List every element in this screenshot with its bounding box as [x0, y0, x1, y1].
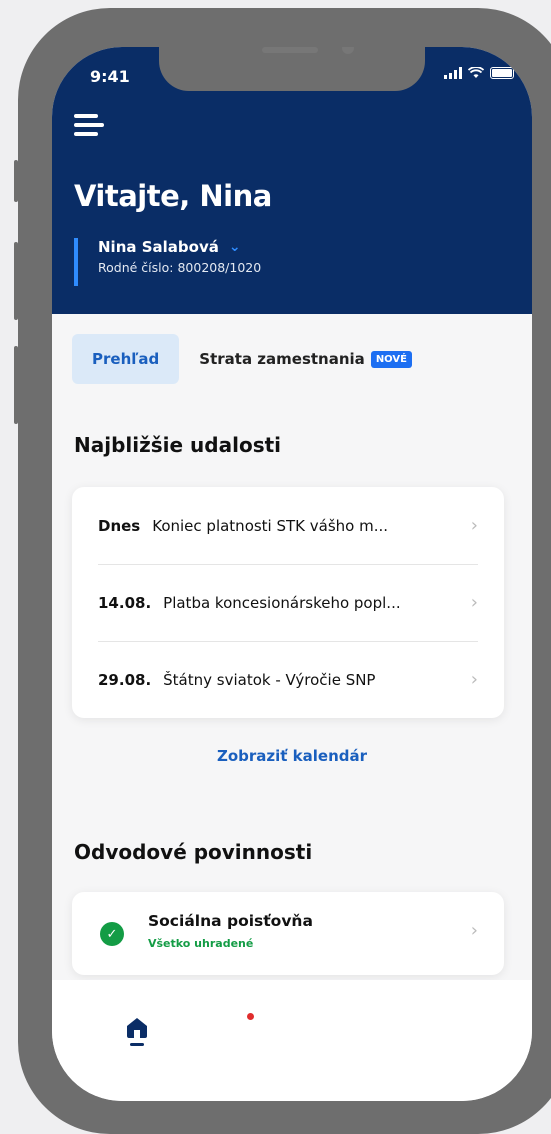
events-title: Najbližšie udalosti [74, 433, 282, 457]
screen: 9:41 Vitajte, Nina Nina Salabová ⌄ Rodné… [52, 47, 532, 1101]
battery-icon [490, 67, 514, 79]
event-row[interactable]: Dnes Koniec platnosti STK vášho m... › [72, 487, 504, 564]
duty-card[interactable]: ✓ Sociálna poisťovňa Všetko uhradené › [72, 892, 504, 975]
header: 9:41 Vitajte, Nina Nina Salabová ⌄ Rodné… [52, 47, 532, 314]
home-icon[interactable] [124, 1016, 150, 1048]
status-time: 9:41 [90, 67, 130, 86]
check-icon: ✓ [100, 922, 124, 946]
new-badge: NOVÉ [370, 350, 412, 368]
tab-job-loss-label: Strata zamestnania [199, 350, 365, 368]
speaker [262, 47, 318, 53]
camera [342, 47, 354, 54]
status-icons [444, 67, 514, 79]
event-text: Platba koncesionárskeho popl... [163, 593, 401, 612]
welcome-title: Vitajte, Nina [74, 179, 272, 213]
bottom-nav [52, 980, 532, 1101]
tabs: Prehľad Strata zamestnania NOVÉ [72, 334, 412, 384]
tab-job-loss[interactable]: Strata zamestnania NOVÉ [199, 350, 412, 368]
user-name: Nina Salabová [98, 238, 219, 256]
events-card: Dnes Koniec platnosti STK vášho m... › 1… [72, 487, 504, 718]
event-date: 29.08. [98, 670, 152, 689]
chevron-down-icon[interactable]: ⌄ [229, 239, 241, 255]
signal-icon [444, 67, 462, 79]
user-id: Rodné číslo: 800208/1020 [98, 260, 262, 275]
side-button [14, 346, 18, 424]
event-text: Koniec platnosti STK vášho m... [152, 516, 389, 535]
event-row[interactable]: 14.08. Platba koncesionárskeho popl... › [72, 564, 504, 641]
chevron-right-icon: › [470, 920, 478, 941]
chevron-right-icon: › [470, 592, 478, 613]
notification-dot [247, 1013, 254, 1020]
notch [159, 47, 425, 91]
event-row[interactable]: 29.08. Štátny sviatok - Výročie SNP › [72, 641, 504, 718]
event-text: Štátny sviatok - Výročie SNP [163, 670, 376, 689]
tab-overview[interactable]: Prehľad [72, 334, 180, 384]
event-date: Dnes [98, 516, 141, 535]
duty-status: Všetko uhradené [148, 937, 254, 950]
menu-icon[interactable] [74, 114, 104, 140]
show-calendar-link[interactable]: Zobraziť kalendár [52, 747, 532, 765]
side-button [14, 242, 18, 320]
duties-title: Odvodové povinnosti [74, 840, 313, 864]
chevron-right-icon: › [470, 515, 478, 536]
user-selector[interactable]: Nina Salabová ⌄ Rodné číslo: 800208/1020 [74, 238, 261, 286]
side-button [14, 160, 18, 202]
chevron-right-icon: › [470, 669, 478, 690]
duty-name: Sociálna poisťovňa [148, 912, 313, 930]
wifi-icon [468, 67, 484, 78]
event-date: 14.08. [98, 593, 152, 612]
